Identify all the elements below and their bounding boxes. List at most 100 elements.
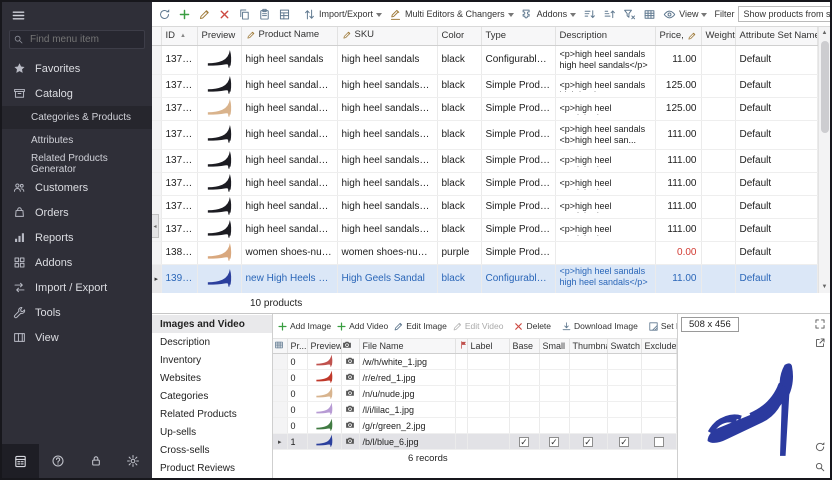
delete-product-button[interactable] — [215, 6, 234, 23]
column-header-attribute-set[interactable]: Attribute Set Name — [735, 27, 818, 45]
search-input[interactable] — [9, 30, 145, 49]
image-row[interactable]: 0 /w/h/white_1.jpg — [273, 354, 677, 370]
tab-related-products[interactable]: Related Products — [152, 405, 272, 423]
scroll-thumb[interactable] — [821, 41, 829, 133]
image-row[interactable]: 0 /r/e/red_1.jpg — [273, 370, 677, 386]
sidebar-item-related-products-generator[interactable]: Related Products Generator — [2, 152, 152, 175]
column-header-sku[interactable]: SKU — [337, 27, 437, 45]
column-header-flag[interactable] — [455, 339, 467, 354]
menu-toggle-button[interactable] — [11, 8, 26, 23]
expand-button[interactable] — [813, 317, 827, 331]
column-header-small[interactable]: Small — [539, 339, 569, 354]
help-button[interactable] — [39, 444, 77, 478]
thumbnail-checkbox[interactable]: ✓ — [583, 437, 593, 447]
tab-cross-sells[interactable]: Cross-sells — [152, 441, 272, 459]
exclude-checkbox[interactable] — [654, 437, 664, 447]
edit-product-button[interactable] — [195, 6, 214, 23]
scroll-down-button[interactable]: ▼ — [819, 281, 830, 293]
open-external-button[interactable] — [813, 336, 827, 350]
column-header-file-name[interactable]: File Name — [359, 339, 455, 354]
zoom-button[interactable] — [813, 460, 827, 474]
sidebar-collapse-handle[interactable]: ◂ — [152, 214, 159, 238]
column-header-base[interactable]: Base — [509, 339, 539, 354]
swatch-checkbox[interactable]: ✓ — [619, 437, 629, 447]
sort-descending-button[interactable] — [600, 6, 619, 23]
paste-button[interactable] — [255, 6, 274, 23]
clear-filter-button[interactable] — [620, 6, 639, 23]
sidebar-item-tools[interactable]: Tools — [2, 300, 152, 325]
column-header-label[interactable]: Label — [467, 339, 509, 354]
image-row[interactable]: 0 /g/r/green_2.jpg — [273, 418, 677, 434]
lock-button[interactable] — [77, 444, 115, 478]
set-resize-rule-button[interactable]: Set Resize Rule — [646, 319, 677, 334]
column-header-id[interactable]: ID▲ — [161, 27, 197, 45]
column-header-thumbnail[interactable]: Thumbna — [569, 339, 607, 354]
column-header-preview[interactable]: Preview — [307, 339, 341, 354]
column-header-description[interactable]: Description — [555, 27, 655, 45]
view-menu-button[interactable]: View — [660, 6, 710, 23]
image-row[interactable]: 0 /l/i/lilac_1.jpg — [273, 402, 677, 418]
add-image-button[interactable]: Add Image — [275, 319, 333, 334]
scroll-up-button[interactable]: ▲ — [819, 27, 830, 39]
sidebar-item-categories-products[interactable]: Categories & Products — [2, 106, 152, 129]
product-row[interactable]: 13733 high heel sandals-nude high heel s… — [152, 97, 818, 120]
sidebar-item-favorites[interactable]: Favorites — [2, 56, 152, 81]
product-row[interactable]: 13740 high heel sandals-black-38 high he… — [152, 218, 818, 241]
add-video-button[interactable]: Add Video — [334, 319, 390, 334]
image-row[interactable]: 0 /n/u/nude.jpg — [273, 386, 677, 402]
sidebar-item-import-export[interactable]: Import / Export — [2, 275, 152, 300]
tab-categories[interactable]: Categories — [152, 387, 272, 405]
product-row[interactable]: 13732 high heel sandals-black high heel … — [152, 74, 818, 97]
product-row[interactable]: 13738 high heel sandals-black-37 high he… — [152, 172, 818, 195]
product-row[interactable]: 13731 high heel sandals high heel sandal… — [152, 45, 818, 74]
image-row[interactable]: ▸ 1 /b/l/blue_6.jpg ✓ ✓ ✓ ✓ — [273, 434, 677, 450]
download-image-button[interactable]: Download Image — [559, 319, 640, 334]
column-header-exclude[interactable]: Exclude — [641, 339, 677, 354]
product-row[interactable]: 13736 high heel sandals-black-36 high he… — [152, 120, 818, 149]
import-export-menu-button[interactable]: Import/Export — [300, 6, 385, 23]
small-checkbox[interactable]: ✓ — [549, 437, 559, 447]
tab-images-and-video[interactable]: Images and Video — [152, 315, 272, 333]
edit-video-button[interactable]: Edit Video — [450, 319, 506, 334]
sidebar-item-reports[interactable]: Reports — [2, 225, 152, 250]
column-header-product-name[interactable]: Product Name — [241, 27, 337, 45]
product-row[interactable]: 13737 high heel sandals-nude-36 high hee… — [152, 149, 818, 172]
sidebar-item-customers[interactable]: Customers — [2, 175, 152, 200]
columns-layout-button[interactable] — [640, 6, 659, 23]
column-header-weight[interactable]: Weight — [701, 27, 735, 45]
tab-product-reviews[interactable]: Product Reviews — [152, 459, 272, 477]
tab-up-sells[interactable]: Up-sells — [152, 423, 272, 441]
column-header-price[interactable]: Price, — [655, 27, 701, 45]
column-header-type[interactable]: Type — [481, 27, 555, 45]
copy-button[interactable] — [235, 6, 254, 23]
sidebar-item-orders[interactable]: Orders — [2, 200, 152, 225]
grid-report-button[interactable] — [275, 6, 294, 23]
edit-image-button[interactable]: Edit Image — [391, 319, 449, 334]
column-header-swatch[interactable]: Swatch — [607, 339, 641, 354]
product-row[interactable]: 13817 women shoes-nude women shoes-nude-… — [152, 241, 818, 264]
tab-inventory[interactable]: Inventory — [152, 351, 272, 369]
multi-editors-menu-button[interactable]: Multi Editors & Changers — [386, 6, 517, 23]
column-header-sort-order[interactable]: Pr...▲ — [287, 339, 307, 354]
column-header-color[interactable]: Color — [437, 27, 481, 45]
sidebar-item-catalog[interactable]: Catalog — [2, 81, 152, 106]
base-checkbox[interactable]: ✓ — [519, 437, 529, 447]
sidebar-item-attributes[interactable]: Attributes — [2, 129, 152, 152]
addons-menu-button[interactable]: Addons — [518, 6, 580, 23]
refresh-button[interactable] — [155, 6, 174, 23]
settings-button[interactable] — [114, 444, 152, 478]
category-filter-select[interactable]: Show products from selected categories — [738, 6, 830, 22]
tab-websites[interactable]: Websites — [152, 369, 272, 387]
sort-ascending-button[interactable] — [580, 6, 599, 23]
rotate-button[interactable] — [813, 440, 827, 454]
sidebar-item-view[interactable]: View — [2, 325, 152, 350]
delete-image-button[interactable]: Delete — [511, 319, 553, 334]
product-row[interactable]: 13739 high heel sandals-nude-37 high hee… — [152, 195, 818, 218]
column-header-preview[interactable]: Preview — [197, 27, 241, 45]
sidebar-item-addons[interactable]: Addons — [2, 250, 152, 275]
column-header-camera[interactable] — [341, 339, 359, 354]
pos-button[interactable] — [2, 444, 39, 478]
add-product-button[interactable] — [175, 6, 194, 23]
product-row[interactable]: ▸ 13931 new High Heels Sandals High Geel… — [152, 264, 818, 293]
grid-vertical-scrollbar[interactable]: ▲ ▼ — [818, 27, 830, 293]
